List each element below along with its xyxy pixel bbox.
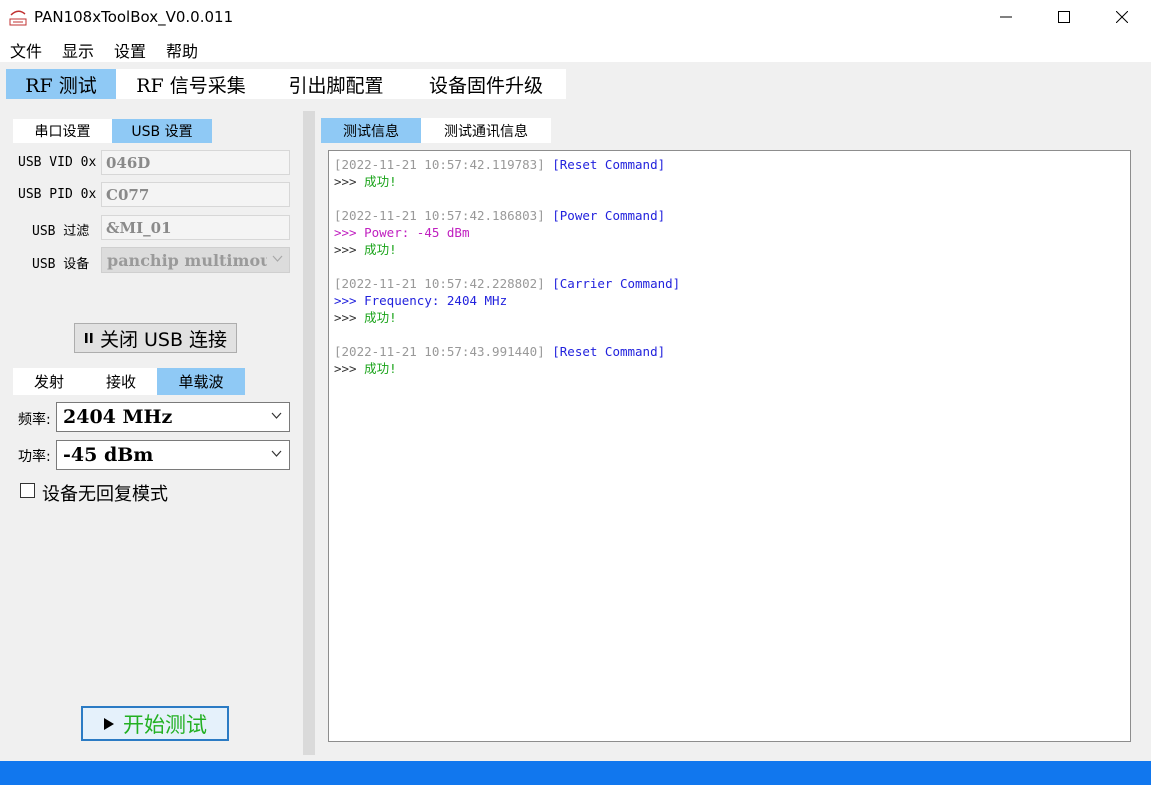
log-command: [Reset Command] [552, 157, 666, 172]
start-test-label: 开始测试 [123, 712, 207, 737]
tab-serial-settings[interactable]: 串口设置 [13, 119, 112, 143]
frequency-label: 频率: [18, 412, 51, 428]
log-prefix: >>> [334, 174, 357, 189]
log-text: Frequency: 2404 MHz [364, 293, 508, 308]
tab-usb-settings[interactable]: USB 设置 [112, 119, 212, 143]
log-entry: [2022-11-21 10:57:42.228802] [Carrier Co… [334, 275, 1125, 326]
log-timestamp: [2022-11-21 10:57:42.228802] [334, 276, 545, 291]
log-timestamp: [2022-11-21 10:57:43.991440] [334, 344, 545, 359]
tab-test-info[interactable]: 测试信息 [321, 118, 421, 143]
usb-device-value: panchip multimouse [107, 250, 267, 270]
chevron-down-icon [271, 412, 282, 419]
tab-rf-signal-capture[interactable]: RF 信号采集 [116, 69, 266, 99]
close-button[interactable] [1093, 0, 1151, 34]
no-reply-mode-label: 设备无回复模式 [42, 484, 168, 505]
power-select[interactable]: -45 dBm [56, 440, 290, 470]
play-icon [104, 717, 114, 730]
status-bar [0, 761, 1151, 785]
log-entry: [2022-11-21 10:57:43.991440] [Reset Comm… [334, 343, 1125, 377]
frequency-select[interactable]: 2404 MHz [56, 402, 290, 432]
minimize-button[interactable] [977, 0, 1035, 34]
log-timestamp: [2022-11-21 10:57:42.119783] [334, 157, 545, 172]
close-icon [1116, 11, 1128, 23]
menu-settings[interactable]: 设置 [114, 38, 146, 62]
log-text: Power: -45 dBm [364, 225, 470, 240]
menu-view[interactable]: 显示 [62, 38, 94, 62]
tab-receive[interactable]: 接收 [85, 368, 157, 395]
log-prefix: >>> [334, 293, 357, 308]
log-prefix: >>> [334, 361, 357, 376]
usb-filter-label: USB 过滤 [32, 224, 90, 239]
title-bar: PAN108xToolBox_V0.0.011 [0, 0, 1151, 34]
log-command: [Reset Command] [552, 344, 666, 359]
tab-pin-config[interactable]: 引出脚配置 [266, 69, 406, 99]
tab-rf-test[interactable]: RF 测试 [6, 69, 116, 99]
panel-splitter[interactable] [303, 111, 315, 755]
log-text: 成功! [364, 174, 397, 189]
menu-help[interactable]: 帮助 [166, 38, 198, 62]
log-entry: [2022-11-21 10:57:42.119783] [Reset Comm… [334, 156, 1125, 190]
tab-test-comm-info[interactable]: 测试通讯信息 [421, 118, 551, 143]
tab-single-carrier[interactable]: 单载波 [157, 368, 245, 395]
chevron-down-icon [272, 255, 283, 262]
close-usb-label: 关闭 USB 连接 [99, 328, 228, 351]
log-text: 成功! [364, 242, 397, 257]
maximize-icon [1058, 11, 1070, 23]
menu-file[interactable]: 文件 [10, 38, 42, 62]
usb-pid-label: USB PID 0x [18, 187, 97, 202]
usb-vid-field[interactable]: 046D [101, 150, 290, 175]
log-text: 成功! [364, 310, 397, 325]
no-reply-mode-checkbox[interactable] [20, 483, 35, 498]
log-prefix: >>> [334, 242, 357, 257]
log-command: [Carrier Command] [552, 276, 681, 291]
chevron-down-icon [271, 450, 282, 457]
log-text: 成功! [364, 361, 397, 376]
power-value: -45 dBm [63, 444, 154, 466]
usb-vid-label: USB VID 0x [18, 155, 97, 170]
minimize-icon [1000, 16, 1012, 18]
maximize-button[interactable] [1035, 0, 1093, 34]
usb-pid-field[interactable]: C077 [101, 182, 290, 207]
log-command: [Power Command] [552, 208, 666, 223]
close-usb-connection-button[interactable]: 关闭 USB 连接 [74, 323, 237, 353]
tab-transmit[interactable]: 发射 [13, 368, 85, 395]
log-prefix: >>> [334, 310, 357, 325]
power-label: 功率: [18, 449, 51, 465]
log-prefix: >>> [334, 225, 357, 240]
tab-firmware-upgrade[interactable]: 设备固件升级 [406, 69, 566, 99]
usb-device-label: USB 设备 [32, 257, 90, 272]
app-logo-icon [9, 10, 27, 26]
log-timestamp: [2022-11-21 10:57:42.186803] [334, 208, 545, 223]
start-test-button[interactable]: 开始测试 [81, 706, 229, 741]
frequency-value: 2404 MHz [63, 406, 173, 428]
test-log[interactable]: [2022-11-21 10:57:42.119783] [Reset Comm… [328, 150, 1131, 742]
log-entry: [2022-11-21 10:57:42.186803] [Power Comm… [334, 207, 1125, 258]
usb-filter-field[interactable]: &MI_01 [101, 215, 290, 240]
usb-device-select[interactable]: panchip multimouse [101, 247, 290, 273]
window-title: PAN108xToolBox_V0.0.011 [34, 8, 234, 26]
pause-icon [84, 333, 93, 343]
menu-bar: 文件 显示 设置 帮助 [0, 34, 1151, 62]
